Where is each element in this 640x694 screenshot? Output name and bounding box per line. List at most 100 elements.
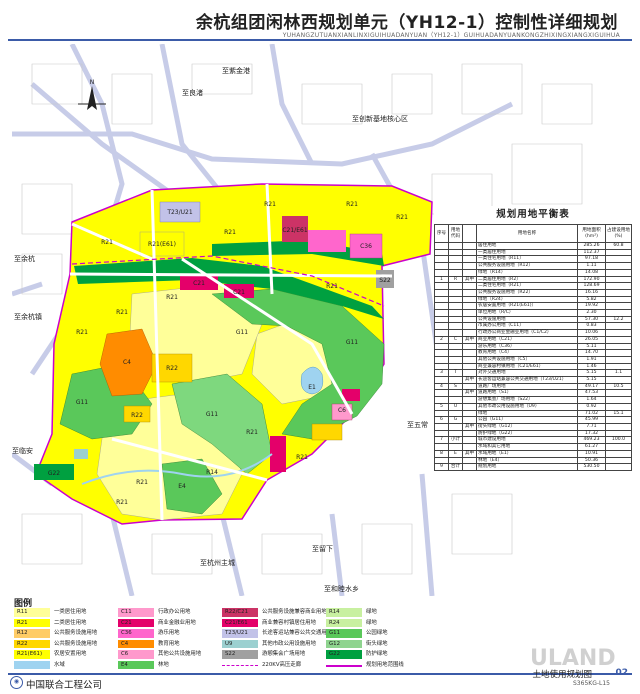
table-row: 绿地（R24） 5.82 (434, 295, 632, 304)
table-cell (605, 329, 632, 337)
table-cell (605, 376, 632, 384)
table-cell (434, 315, 449, 324)
table-cell: 7.71 (577, 423, 606, 431)
table-cell (434, 349, 449, 357)
table-cell: 绿地（R14） (476, 268, 578, 277)
table-cell (605, 288, 632, 297)
table-cell: E (448, 449, 463, 458)
table-cell: U (448, 402, 463, 411)
legend-label: 公共服务设施兼容商业用地 (262, 609, 327, 615)
table-cell (462, 369, 477, 378)
table-cell (448, 255, 463, 264)
table-cell: 14.70 (577, 349, 606, 357)
table-cell: 城市建设用地 (476, 436, 578, 445)
table-header-row: 序号 用地代码 用地名称 用地面积(hm²) 占建设用地(%) (434, 224, 632, 243)
table-cell (605, 362, 632, 371)
place-label: 至临安 (12, 447, 33, 455)
table-row: 公共服务设施用地（R12） 1.11 (434, 262, 632, 270)
place-label: 至五常 (407, 421, 428, 429)
table-cell (448, 443, 463, 451)
svg-text:R21: R21 (76, 329, 88, 336)
table-cell: 12.2 (605, 315, 632, 324)
table-cell: 14.08 (577, 268, 606, 277)
legend-swatch: G12 (326, 639, 362, 648)
table-cell: 1 (434, 275, 449, 284)
header-cell (462, 224, 477, 243)
table-cell: 行政办公商业金融业用地（C1/C2） (476, 329, 578, 337)
table-row: 居住用地 285.26 60.8 (434, 242, 632, 250)
table-cell: 街头绿地（G12） (476, 423, 578, 431)
table-cell: 0.92 (577, 402, 606, 411)
zone-c21-south[interactable] (270, 436, 286, 472)
legend-swatch: C4 (118, 639, 154, 648)
svg-text:G11: G11 (76, 399, 88, 406)
table-cell (434, 362, 449, 371)
legend-label: 公共服务设施用地 (54, 640, 98, 647)
table-cell (605, 255, 632, 264)
table-row: 游憩集会广场用地（S22） 1.64 (434, 396, 632, 404)
table-cell (448, 315, 463, 324)
table-cell: 其中 (462, 423, 477, 431)
table-row: 8 E 其中 水域用地（E1） 10.91 (434, 449, 632, 458)
table-cell: 15.1 (605, 409, 632, 418)
zone-r22-3[interactable] (311, 423, 343, 441)
legend-swatch: C21/E61 (222, 618, 258, 627)
table-cell (462, 443, 477, 451)
table-cell (434, 248, 449, 257)
svg-text:C21: C21 (233, 289, 245, 296)
table-cell (605, 402, 632, 411)
table-cell: 其中 (462, 275, 477, 284)
table-cell: G (448, 416, 463, 424)
svg-text:S22: S22 (379, 277, 391, 284)
table-cell (448, 268, 463, 277)
table-cell (434, 355, 449, 364)
table-cell (448, 309, 463, 317)
table-cell: 其中 (462, 449, 477, 458)
table-cell: 农居安置用地（R21(E61)） (476, 302, 578, 311)
legend-label: 街头绿地 (366, 640, 388, 647)
table-cell (605, 282, 632, 290)
table-cell (605, 443, 632, 451)
table-cell (605, 268, 632, 277)
svg-text:C21/E61: C21/E61 (282, 227, 307, 234)
table-cell: 规划用地 (476, 463, 578, 471)
table-cell: 57.30 (577, 315, 606, 324)
legend-swatch: R22 (14, 639, 50, 648)
table-cell (448, 288, 463, 297)
table-cell: R (448, 275, 463, 284)
land-balance-table-panel: 规划用地平衡表 序号 用地代码 用地名称 用地面积(hm²) 占建设用地(%) … (434, 206, 632, 471)
legend-swatch: R11 (14, 608, 50, 617)
table-row: 3 T 对外交通用地 5.15 1.1 (434, 369, 632, 378)
table-cell: 商业兼容村镇用地（C21/E61） (476, 362, 578, 371)
table-cell: 530.50 (577, 463, 606, 471)
table-cell (462, 409, 477, 418)
table-row: 5 U 其他市政公用设施用地（U9） 0.92 (434, 402, 632, 411)
zone-c5[interactable] (74, 449, 88, 459)
table-row: 公共设施用地 57.30 12.2 (434, 315, 632, 324)
table-cell (448, 349, 463, 357)
table-cell: 商业用地（C21） (476, 335, 578, 344)
table-cell (605, 355, 632, 364)
table-cell: 97.18 (577, 255, 606, 264)
table-cell (605, 463, 632, 471)
table-cell (434, 268, 449, 277)
svg-text:R21: R21 (136, 479, 148, 486)
table-cell (434, 429, 449, 438)
table-row: 水域和其它用地 61.27 (434, 443, 632, 451)
header-cell: 占建设用地(%) (605, 224, 632, 243)
table-cell: 游憩集会广场用地（S22） (476, 396, 578, 404)
table-cell: 50.36 (577, 456, 606, 465)
map-code: S365KG-L15 (573, 680, 610, 687)
table-cell (434, 409, 449, 418)
legend-swatch: S22 (222, 650, 258, 659)
svg-text:R21: R21 (264, 201, 276, 208)
table-cell (605, 449, 632, 458)
table-row: 行政办公商业金融业用地（C1/C2） 10.06 (434, 329, 632, 337)
table-row: 市属办公用地（C11） 0.83 (434, 322, 632, 331)
legend-label: 商业兼容村镇居住用地 (262, 619, 316, 626)
table-cell: 5.11 (577, 342, 606, 351)
table-cell (434, 322, 449, 331)
table-row: 一类住宅用地（R11） 97.18 (434, 255, 632, 264)
zone-c21-east[interactable] (308, 230, 346, 252)
table-row: 绿地（R14） 14.08 (434, 268, 632, 277)
